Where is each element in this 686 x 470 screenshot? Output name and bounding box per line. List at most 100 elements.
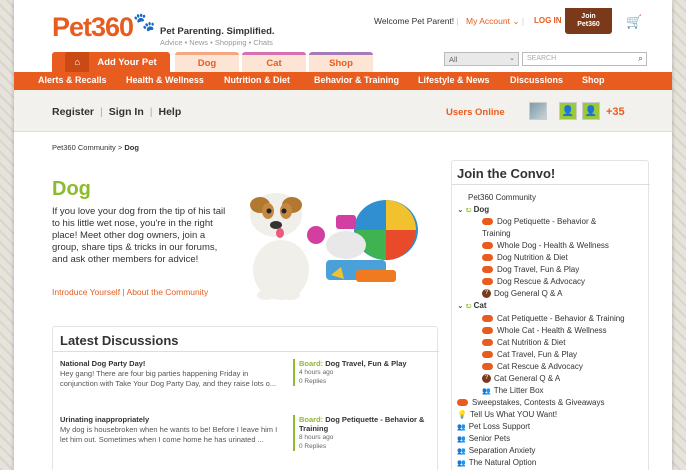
people-icon: 👥: [457, 448, 466, 455]
home-icon: ⌂: [65, 52, 90, 72]
my-account-link[interactable]: My Account ⌄ |: [466, 16, 524, 27]
forum-item[interactable]: Dog Petiquette - Behavior &: [482, 217, 596, 226]
forum-item[interactable]: Cat Travel, Fun & Play: [482, 350, 577, 359]
latest-discussions-panel: Latest Discussions National Dog Party Da…: [52, 326, 439, 470]
tab-cat[interactable]: Cat: [242, 52, 306, 72]
chevron-down-icon: ⌄: [512, 16, 520, 26]
chat-bubble-icon: [457, 399, 468, 407]
discussion-excerpt: Hey gang! There are four big parties hap…: [60, 369, 277, 388]
nav-discussions[interactable]: Discussions: [510, 75, 563, 85]
search-icon[interactable]: ⌕: [638, 53, 643, 64]
chat-bubble-icon: [482, 266, 493, 274]
chat-bubble-icon: [482, 363, 493, 371]
forum-item[interactable]: Sweepstakes, Contests & Giveaways: [457, 398, 605, 407]
login-link[interactable]: LOG IN: [534, 16, 562, 25]
cart-icon[interactable]: 🛒: [626, 14, 642, 30]
avatar[interactable]: 👤: [559, 102, 577, 120]
chevron-down-icon: ⌄: [509, 55, 515, 62]
forum-item[interactable]: Dog Nutrition & Diet: [482, 253, 568, 262]
chevron-down-icon: ⌄: [457, 301, 464, 310]
forum-item[interactable]: Dog Travel, Fun & Play: [482, 265, 579, 274]
latest-discussions-title: Latest Discussions: [60, 333, 179, 348]
discussion-title[interactable]: National Dog Party Day!: [60, 359, 280, 369]
discussion-title[interactable]: Urinating inappropriately: [60, 415, 280, 425]
chat-bubble-icon: [482, 339, 493, 347]
forum-item[interactable]: ? Cat General Q & A: [482, 374, 560, 384]
board-link[interactable]: Dog Travel, Fun & Play: [325, 359, 406, 368]
forum-item[interactable]: 💡 Tell Us What YOU Want!: [457, 410, 557, 419]
people-icon: 👥: [482, 388, 491, 395]
forum-item[interactable]: Cat Nutrition & Diet: [482, 338, 565, 347]
tab-shop[interactable]: Shop: [309, 52, 373, 72]
tagline: Pet Parenting. Simplified.: [160, 26, 275, 37]
join-button[interactable]: Join Pet360: [565, 8, 612, 34]
join-the-convo-panel: Join the Convo! Pet360 Community ⌄ ಬ Dog…: [451, 160, 650, 470]
nav-nutrition-diet[interactable]: Nutrition & Diet: [224, 75, 290, 85]
list-item: Urinating inappropriately My dog is hous…: [60, 415, 280, 445]
pet-tabs: ⌂ Add Your Pet Dog Cat Shop: [52, 52, 373, 72]
forum-item[interactable]: Whole Cat - Health & Wellness: [482, 326, 607, 335]
question-icon: ?: [482, 374, 491, 384]
sign-in-link[interactable]: Sign In: [109, 106, 144, 118]
pet360-logo[interactable]: Pet360🐾: [52, 12, 156, 43]
question-icon: ?: [482, 289, 491, 299]
avatar[interactable]: 👤: [582, 102, 600, 120]
discussion-board-info: Board: Dog Travel, Fun & Play 4 hours ag…: [293, 359, 433, 386]
forum-item[interactable]: 👥 The Litter Box: [482, 386, 544, 395]
breadcrumb-root[interactable]: Pet360 Community: [52, 143, 116, 152]
avatar[interactable]: [529, 102, 547, 120]
chat-bubble-icon: [482, 242, 493, 250]
forum-item[interactable]: Dog Rescue & Advocacy: [482, 277, 585, 286]
more-users-count[interactable]: +35: [606, 106, 625, 118]
nav-alerts-recalls[interactable]: Alerts & Recalls: [38, 75, 107, 85]
welcome-text: Welcome Pet Parent! |: [374, 16, 459, 26]
forum-item[interactable]: 👥 Pet Loss Support: [457, 422, 530, 431]
forum-item[interactable]: ? Dog General Q & A: [482, 289, 562, 299]
nav-shop[interactable]: Shop: [582, 75, 605, 85]
breadcrumb-current: Dog: [124, 143, 139, 152]
tree-root[interactable]: Pet360 Community: [468, 193, 536, 202]
tree-dog[interactable]: ⌄ ಬ Dog: [457, 205, 489, 215]
intro-links: Introduce Yourself | About the Community: [52, 287, 209, 297]
convo-title: Join the Convo!: [457, 166, 556, 181]
tree-cat[interactable]: ⌄ ಬ Cat: [457, 301, 486, 311]
community-subbar: Register | Sign In | Help Users Online 👤 👤 +…: [14, 90, 672, 132]
about-community-link[interactable]: About the Community: [127, 287, 209, 297]
people-icon: 👥: [457, 460, 466, 467]
help-link[interactable]: Help: [158, 106, 181, 118]
lightbulb-icon: 💡: [457, 410, 467, 419]
tab-add-your-pet[interactable]: ⌂ Add Your Pet: [52, 52, 170, 72]
list-item: National Dog Party Day! Hey gang! There …: [60, 359, 280, 389]
divider: [53, 351, 439, 352]
paw-icon: 🐾: [133, 12, 155, 32]
discussion-excerpt: My dog is housebroken when he wants to b…: [60, 425, 278, 444]
register-link[interactable]: Register: [52, 106, 94, 118]
nav-behavior-training[interactable]: Behavior & Training: [314, 75, 399, 85]
forum-item[interactable]: 👥 Senior Pets: [457, 434, 510, 443]
chat-bubble-icon: [482, 254, 493, 262]
nav-health-wellness[interactable]: Health & Wellness: [126, 75, 204, 85]
search-input[interactable]: SEARCH ⌕: [522, 52, 647, 66]
search-scope-select[interactable]: All ⌄: [444, 52, 519, 66]
chat-bubble-icon: [482, 327, 493, 335]
chat-bubble-icon: [482, 315, 493, 323]
subtagline: Advice • News • Shopping • Chats: [160, 38, 273, 47]
forum-item[interactable]: 👥 Separation Anxiety: [457, 446, 535, 455]
divider: [452, 184, 650, 185]
page-title: Dog: [52, 178, 91, 200]
dog-with-toys-image: [250, 193, 418, 300]
cat-paw-icon: ಬ: [465, 301, 472, 310]
introduce-yourself-link[interactable]: Introduce Yourself: [52, 287, 120, 297]
forum-item[interactable]: Whole Dog - Health & Wellness: [482, 241, 609, 250]
account-links: Register | Sign In | Help: [52, 106, 182, 118]
nav-lifestyle-news[interactable]: Lifestyle & News: [418, 75, 490, 85]
chevron-down-icon: ⌄: [457, 205, 464, 214]
forum-item[interactable]: 👥 The Natural Option: [457, 458, 536, 467]
forum-item[interactable]: Cat Petiquette - Behavior & Training: [482, 314, 625, 323]
forum-item[interactable]: Cat Rescue & Advocacy: [482, 362, 583, 371]
people-icon: 👥: [457, 424, 466, 431]
chat-bubble-icon: [482, 218, 493, 226]
tab-dog[interactable]: Dog: [175, 52, 239, 72]
forum-item-wrap[interactable]: Training: [482, 229, 511, 238]
dog-paw-icon: ಬ: [465, 205, 472, 214]
